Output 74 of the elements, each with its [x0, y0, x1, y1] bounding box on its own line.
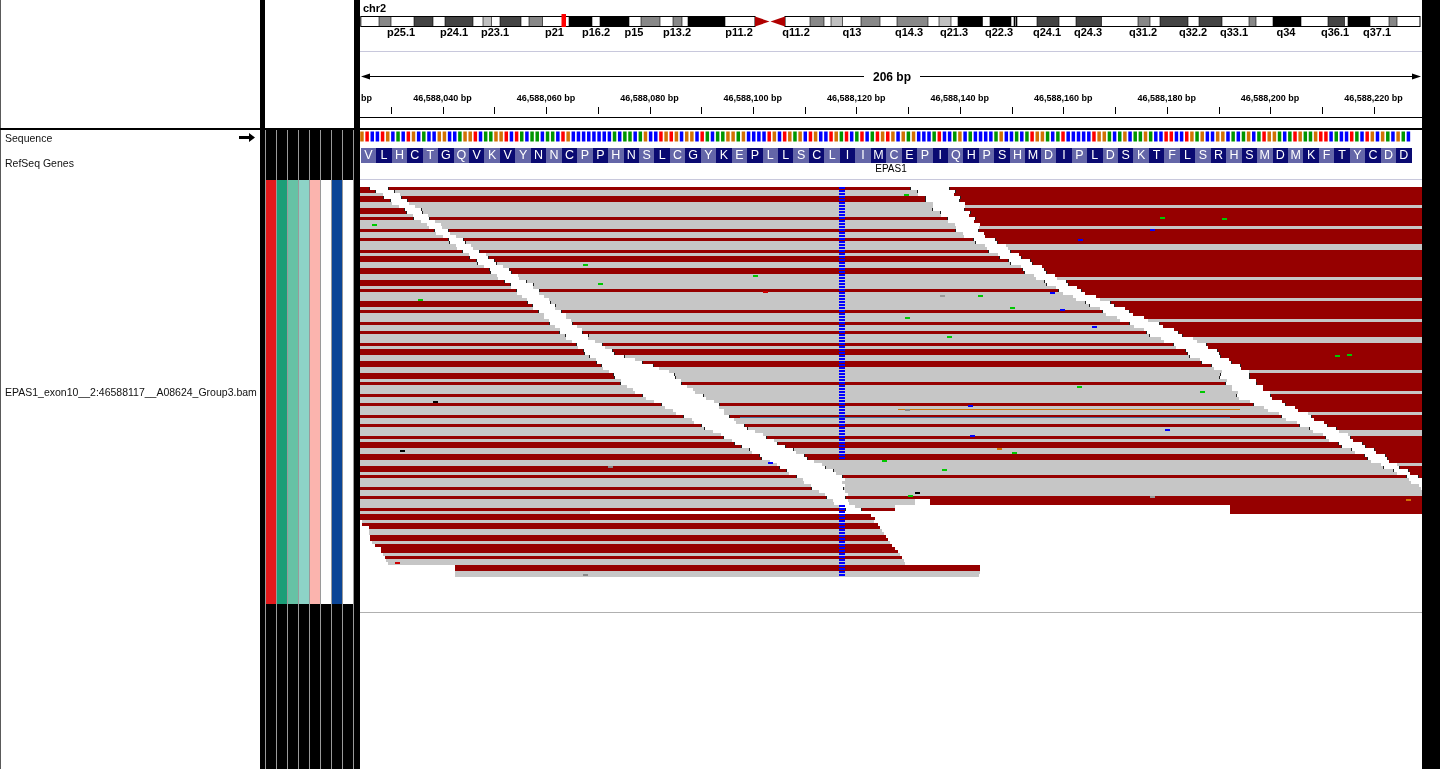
- cytoband-label: q36.1: [1320, 26, 1350, 38]
- cytoband-label: q21.3: [939, 26, 969, 38]
- ruler-tick-label: 46,588,060 bp: [516, 93, 576, 103]
- amino-acid: C: [407, 148, 423, 163]
- amino-acid: M: [1257, 148, 1273, 163]
- amino-acid: N: [546, 148, 562, 163]
- amino-acid: P: [917, 148, 933, 163]
- amino-acid: S: [1195, 148, 1211, 163]
- amino-acid: G: [685, 148, 701, 163]
- amino-acid: C: [1365, 148, 1381, 163]
- amino-acid: P: [577, 148, 593, 163]
- ruler-tick-label: bp: [361, 93, 372, 103]
- amino-acid: M: [1025, 148, 1041, 163]
- ruler-tick-label: 46,588,200 bp: [1240, 93, 1300, 103]
- cytoband-label: q34: [1276, 26, 1296, 38]
- amino-acid: I: [855, 148, 871, 163]
- amino-acid: H: [608, 148, 624, 163]
- cytoband-label: q33.1: [1219, 26, 1249, 38]
- amino-acid: D: [1396, 148, 1412, 163]
- span-label: 206 bp: [873, 70, 911, 84]
- ruler-tick-label: 46,588,140 bp: [930, 93, 989, 103]
- amino-acid: K: [484, 148, 500, 163]
- cytoband-label: q11.2: [782, 26, 810, 38]
- amino-acid: Y: [515, 148, 531, 163]
- amino-acid: K: [1133, 148, 1149, 163]
- cytoband-label: q24.3: [1073, 26, 1103, 38]
- amino-acid: K: [1303, 148, 1319, 163]
- ruler-tick-label: 46,588,100 bp: [723, 93, 783, 103]
- track-name[interactable]: Sequence: [5, 131, 53, 144]
- cytoband-label: p16.2: [581, 26, 611, 38]
- cytoband-label: p15: [624, 26, 644, 38]
- cytoband-label: q32.2: [1178, 26, 1208, 38]
- cytoband-label: q31.2: [1128, 26, 1158, 38]
- amino-acid: Q: [948, 148, 964, 163]
- amino-acid: L: [778, 148, 794, 163]
- cytoband-label: p25.1: [386, 26, 416, 38]
- amino-acid: L: [376, 148, 392, 163]
- cytoband-label: p21: [545, 26, 564, 38]
- amino-acid: S: [994, 148, 1010, 163]
- ruler-tick-label: 46,588,180 bp: [1137, 93, 1196, 103]
- amino-acid: L: [654, 148, 670, 163]
- amino-acid: H: [1226, 148, 1242, 163]
- amino-acid: T: [1334, 148, 1350, 163]
- amino-acid: K: [716, 148, 732, 163]
- amino-acid: P: [747, 148, 763, 163]
- cytoband-label: q13: [842, 26, 862, 38]
- amino-acid: L: [824, 148, 840, 163]
- amino-acid: H: [963, 148, 979, 163]
- ruler-tick-label: 46,588,160 bp: [1033, 93, 1093, 103]
- cytoband-label: p13.2: [662, 26, 692, 38]
- ruler-tick-label: 46,588,220 bp: [1344, 93, 1403, 103]
- track-name[interactable]: RefSeq Genes: [5, 156, 74, 169]
- ruler-tick-label: 46,588,040 bp: [413, 93, 472, 103]
- cytoband-label: p24.1: [439, 26, 469, 38]
- cytoband-label: q22.3: [984, 26, 1014, 38]
- amino-acid: G: [438, 148, 454, 163]
- amino-acid: S: [1118, 148, 1134, 163]
- chromosome-name: chr2: [363, 2, 387, 14]
- amino-acid: F: [1164, 148, 1180, 163]
- cytoband-label: p23.1: [480, 26, 510, 38]
- cytoband-label: p11.2: [725, 26, 753, 38]
- ruler-tick-label: 46,588,080 bp: [620, 93, 679, 103]
- gene-name: EPAS1: [875, 163, 907, 174]
- track-name[interactable]: EPAS1_exon10__2:46588117__A08624_Group3.bam: [5, 386, 257, 398]
- amino-acid: S: [793, 148, 809, 163]
- amino-acid: L: [1087, 148, 1103, 163]
- amino-acid: V: [360, 148, 377, 163]
- ruler-tick-label: 46,588,120 bp: [827, 93, 886, 103]
- right-arrow-icon[interactable]: [239, 133, 255, 142]
- cytoband-label: q37.1: [1362, 26, 1392, 38]
- amino-acid: C: [886, 148, 902, 163]
- cytoband-label: q14.3: [894, 26, 924, 38]
- cytoband-label: q24.1: [1032, 26, 1062, 38]
- amino-acid: I: [1056, 148, 1072, 163]
